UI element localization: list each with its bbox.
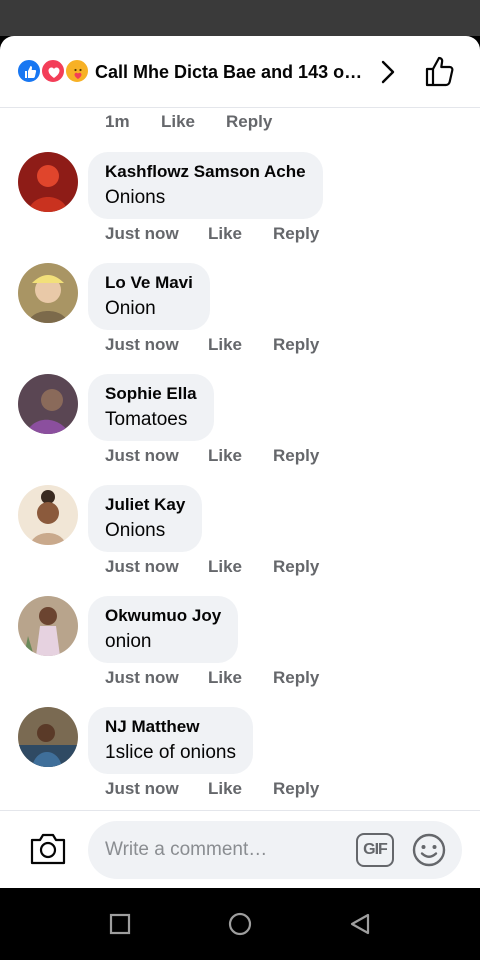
- system-nav-bar: [0, 888, 480, 960]
- comment-item: Lo Ve Mavi Onion Just now Like Reply: [0, 263, 480, 374]
- comment-time: Just now: [105, 557, 179, 576]
- like-comment-link[interactable]: Like: [208, 557, 242, 577]
- comment-item: NJ Matthew 1slice of onions Just now Lik…: [0, 707, 480, 818]
- comment-time: Just now: [105, 224, 179, 243]
- recent-apps-icon[interactable]: [108, 912, 132, 936]
- comment-text: Onion: [105, 298, 156, 319]
- avatar[interactable]: [18, 707, 78, 767]
- like-comment-link[interactable]: Like: [161, 112, 195, 132]
- avatar[interactable]: [18, 374, 78, 434]
- gif-button[interactable]: GIF: [356, 833, 394, 867]
- comment-author[interactable]: Okwumuo Joy: [105, 605, 221, 627]
- comment-text: onion: [105, 631, 152, 652]
- comment-text: Onions: [105, 520, 166, 541]
- reply-comment-link[interactable]: Reply: [273, 446, 319, 466]
- camera-icon[interactable]: [28, 831, 68, 867]
- comments-sheet: Call Mhe Dicta Bae and 143 others 1m Lik…: [0, 36, 480, 888]
- comment-bubble[interactable]: Lo Ve Mavi Onion: [88, 263, 210, 330]
- comment-text: 1slice of onions: [105, 742, 236, 763]
- reply-comment-link[interactable]: Reply: [273, 668, 319, 688]
- comment-item: Kashflowz Samson Ache Onions Just now Li…: [0, 152, 480, 263]
- reply-comment-link[interactable]: Reply: [226, 112, 272, 132]
- comment-time: Just now: [105, 779, 179, 798]
- comment-bubble[interactable]: Sophie Ella Tomatoes: [88, 374, 214, 441]
- reply-comment-link[interactable]: Reply: [273, 224, 319, 244]
- reply-comment-link[interactable]: Reply: [273, 335, 319, 355]
- back-icon[interactable]: [348, 912, 372, 936]
- like-comment-link[interactable]: Like: [208, 224, 242, 244]
- like-icon: [16, 58, 42, 84]
- reply-comment-link[interactable]: Reply: [273, 779, 319, 799]
- comment-item: Okwumuo Joy onion Just now Like Reply: [0, 596, 480, 707]
- comment-item: Sophie Ella Tomatoes Just now Like Reply: [0, 374, 480, 485]
- comment-author[interactable]: Lo Ve Mavi: [105, 272, 193, 294]
- like-comment-link[interactable]: Like: [208, 335, 242, 355]
- comment-item: Juliet Kay Onions Just now Like Reply: [0, 485, 480, 596]
- comment-input[interactable]: [105, 835, 345, 865]
- comment-input-container: GIF: [88, 821, 462, 879]
- avatar[interactable]: [18, 263, 78, 323]
- comment-text: Onions: [105, 187, 166, 208]
- comment-time: Just now: [105, 446, 179, 465]
- love-icon: [40, 58, 66, 84]
- comment-author[interactable]: Juliet Kay: [105, 494, 185, 516]
- reactions-header[interactable]: Call Mhe Dicta Bae and 143 others: [0, 36, 480, 108]
- comment-time: 1m: [105, 112, 130, 131]
- comment-author[interactable]: NJ Matthew: [105, 716, 236, 738]
- comments-list: 1m Like Reply Kashflowz Samson Ache Onio…: [0, 108, 480, 808]
- comment-author[interactable]: Kashflowz Samson Ache: [105, 161, 306, 183]
- chevron-right-icon[interactable]: [374, 58, 402, 86]
- like-comment-link[interactable]: Like: [208, 446, 242, 466]
- comment-bubble[interactable]: Juliet Kay Onions: [88, 485, 203, 552]
- comment-composer: GIF: [0, 810, 480, 888]
- comment-text: Tomatoes: [105, 409, 188, 430]
- avatar[interactable]: [18, 485, 78, 545]
- comment-time: Just now: [105, 335, 179, 354]
- care-icon: [64, 58, 90, 84]
- comment-time: Just now: [105, 668, 179, 687]
- avatar[interactable]: [18, 152, 78, 212]
- comment-author[interactable]: Sophie Ella: [105, 383, 197, 405]
- comment-bubble[interactable]: Okwumuo Joy onion: [88, 596, 239, 663]
- comment-bubble[interactable]: Kashflowz Samson Ache Onions: [88, 152, 323, 219]
- like-comment-link[interactable]: Like: [208, 779, 242, 799]
- avatar[interactable]: [18, 596, 78, 656]
- reactions-summary-text[interactable]: Call Mhe Dicta Bae and 143 others: [95, 60, 363, 84]
- like-post-button[interactable]: [422, 54, 458, 90]
- like-comment-link[interactable]: Like: [208, 668, 242, 688]
- reply-comment-link[interactable]: Reply: [273, 557, 319, 577]
- emoji-icon[interactable]: [411, 832, 447, 868]
- status-bar: [0, 0, 480, 36]
- home-icon[interactable]: [228, 912, 252, 936]
- reaction-summary[interactable]: [16, 58, 92, 84]
- comment-bubble[interactable]: NJ Matthew 1slice of onions: [88, 707, 253, 774]
